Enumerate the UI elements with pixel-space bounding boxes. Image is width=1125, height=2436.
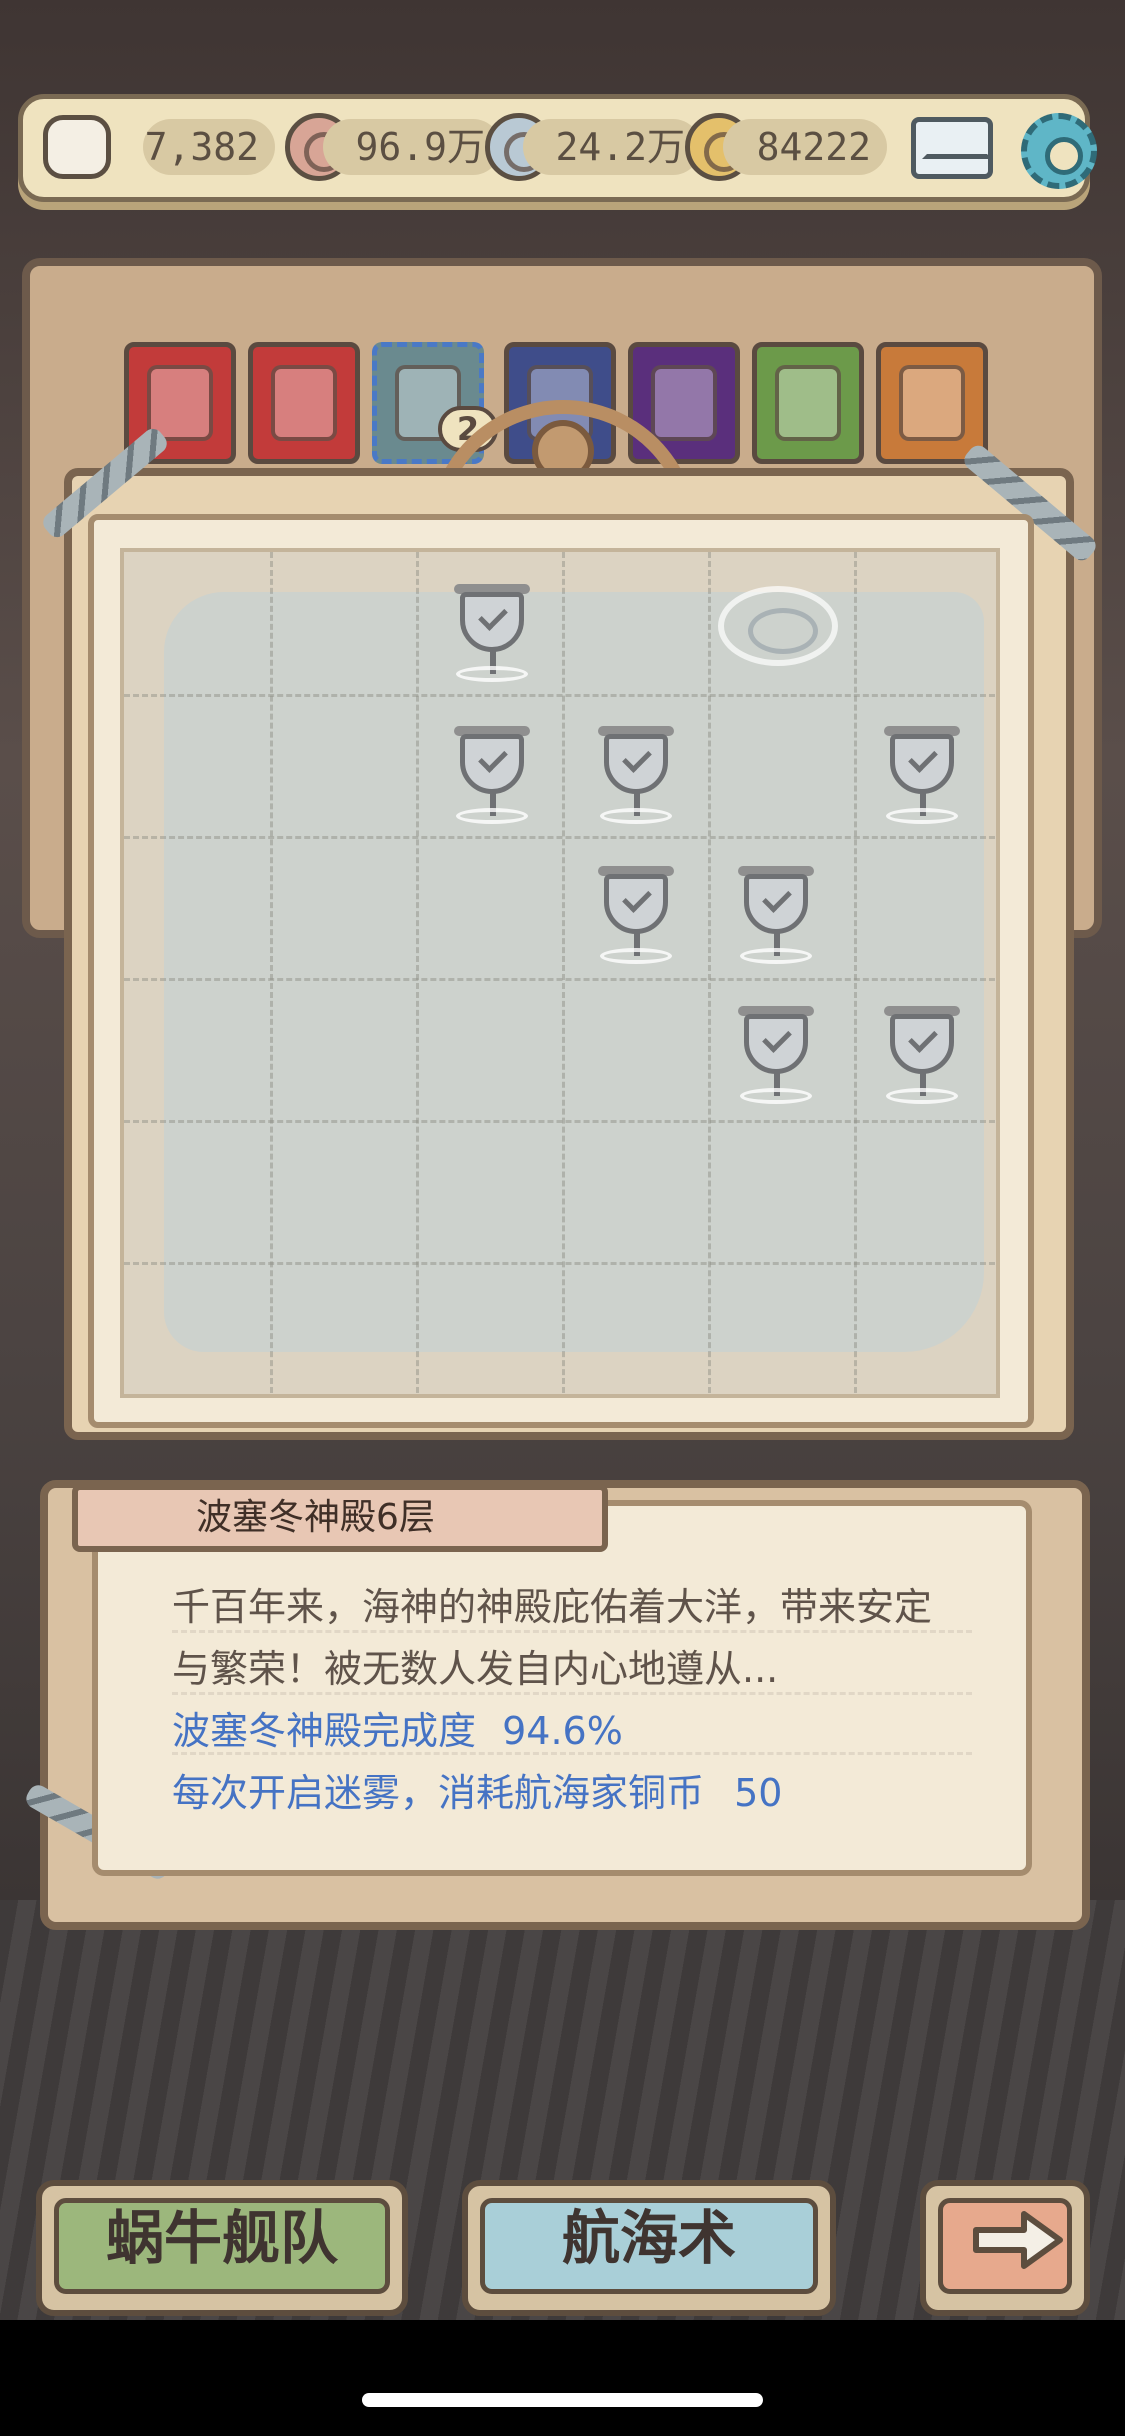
divider: [172, 1630, 972, 1633]
grid-line: [562, 552, 565, 1394]
cleared-flag-icon[interactable]: [446, 716, 538, 826]
completion-row: 波塞冬神殿完成度 94.6%: [172, 1700, 623, 1755]
cost-row: 每次开启迷雾，消耗航海家铜币 50: [172, 1762, 782, 1817]
cleared-flag-icon[interactable]: [876, 996, 968, 1106]
navigation-label: 航海术: [561, 2204, 736, 2272]
divider: [172, 1692, 972, 1695]
map-title: 波塞冬神殿6层: [196, 1497, 435, 1538]
gold-coins: 84222: [756, 125, 871, 169]
copper-coins-pill: 96.9万: [323, 119, 501, 175]
cleared-flag-icon[interactable]: [730, 856, 822, 966]
grid-line: [124, 978, 996, 981]
battery-item-icon[interactable]: [248, 342, 360, 464]
gear-icon[interactable]: [1021, 113, 1097, 189]
cost-value: 50: [734, 1771, 783, 1815]
completion-label: 波塞冬神殿完成度: [172, 1709, 477, 1753]
grid-line: [124, 1262, 996, 1265]
copper-coins: 96.9万: [355, 125, 485, 169]
grid-line: [416, 552, 419, 1394]
navigation-button[interactable]: 航海术: [462, 2180, 836, 2316]
description-line: 千百年来，海神的神殿庇佑着大洋，带来安定: [172, 1585, 933, 1629]
grid-line: [124, 836, 996, 839]
ticket-item-icon[interactable]: [876, 342, 988, 464]
grid-line: [124, 1120, 996, 1123]
snail-fleet-label: 蜗牛舰队: [105, 2204, 338, 2272]
grid-line: [124, 694, 996, 697]
fog-area: [164, 592, 984, 1352]
snail-avatar-icon[interactable]: [43, 115, 111, 179]
cleared-flag-icon[interactable]: [590, 716, 682, 826]
resource-bar: 7,382 96.9万 24.2万 84222: [18, 94, 1097, 202]
right-arrow-icon: [973, 2211, 1063, 2269]
completion-value: 94.6%: [502, 1709, 623, 1753]
description-line: 与繁荣！被无数人发自内心地遵从...: [172, 1647, 779, 1691]
cleared-flag-icon[interactable]: [446, 574, 538, 684]
divider: [172, 1752, 972, 1755]
cleared-flag-icon[interactable]: [730, 996, 822, 1106]
snail-count-pill: 7,382: [143, 119, 275, 175]
whirlpool-icon[interactable]: [718, 586, 838, 666]
silver-coins-pill: 24.2万: [523, 119, 701, 175]
next-button[interactable]: [920, 2180, 1090, 2316]
potion-item-icon[interactable]: [752, 342, 864, 464]
sea-map[interactable]: [120, 548, 1000, 1398]
snail-count: 7,382: [144, 125, 259, 169]
silver-coins: 24.2万: [555, 125, 685, 169]
grid-line: [708, 552, 711, 1394]
home-bar-area: [0, 2320, 1125, 2436]
cleared-flag-icon[interactable]: [876, 716, 968, 826]
cleared-flag-icon[interactable]: [590, 856, 682, 966]
grid-line: [270, 552, 273, 1394]
snail-fleet-button[interactable]: 蜗牛舰队: [36, 2180, 408, 2316]
mail-icon[interactable]: [911, 117, 993, 179]
home-indicator[interactable]: [362, 2393, 763, 2407]
grid-line: [854, 552, 857, 1394]
cost-label: 每次开启迷雾，消耗航海家铜币: [172, 1771, 705, 1815]
gold-coins-pill: 84222: [723, 119, 887, 175]
